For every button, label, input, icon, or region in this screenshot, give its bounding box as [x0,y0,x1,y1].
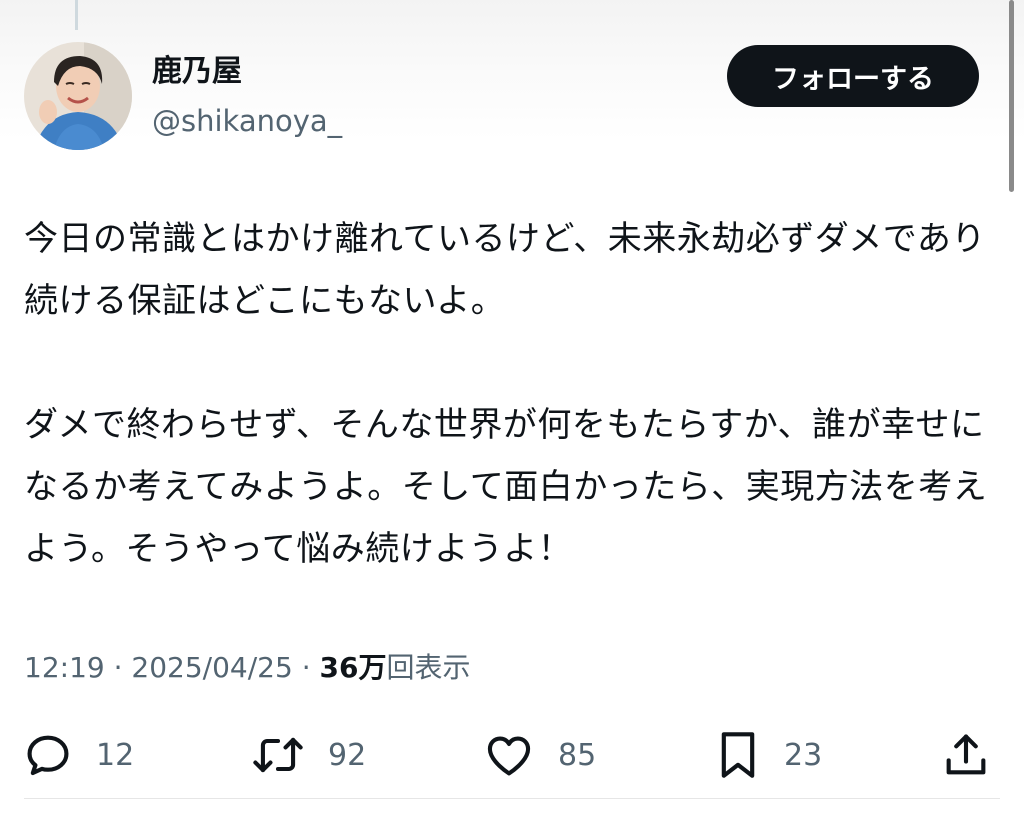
tweet-detail: 鹿乃屋 @shikanoya_ フォローする 今日の常識とはかけ離れているけど、… [0,0,1024,817]
repost-button[interactable]: 92 [250,725,366,785]
heart-icon [482,729,536,781]
meta-separator: · [104,651,132,684]
bookmark-icon [714,728,762,782]
tweet-time[interactable]: 12:19 [24,651,105,684]
repost-icon [250,729,306,781]
scrollbar[interactable] [1009,0,1014,192]
like-count: 85 [558,737,597,773]
reply-icon [22,729,74,781]
meta-separator: · [292,651,320,684]
reply-button[interactable]: 12 [22,725,134,785]
follow-button[interactable]: フォローする [727,45,979,107]
action-bar: 12 92 85 23 [0,725,1024,785]
bookmark-count: 23 [784,737,823,773]
bookmark-button[interactable]: 23 [714,725,822,785]
author-name[interactable]: 鹿乃屋 [152,52,242,92]
views-label: 回表示 [386,651,471,684]
author-handle[interactable]: @shikanoya_ [152,102,342,140]
repost-count: 92 [328,737,367,773]
tweet-text: 今日の常識とはかけ離れているけど、未来永劫必ずダメであり続ける保証はどこにもない… [24,219,988,569]
like-button[interactable]: 85 [482,725,596,785]
share-button[interactable] [940,725,992,785]
tweet-date[interactable]: 2025/04/25 [131,651,292,684]
share-icon [940,729,992,781]
avatar[interactable] [24,42,132,150]
views-count: 36万 [319,651,387,684]
divider [24,798,1000,799]
reply-count: 12 [96,737,135,773]
thread-connector-line [75,0,78,30]
tweet-meta: 12:19 · 2025/04/25 · 36万回表示 [24,648,470,688]
